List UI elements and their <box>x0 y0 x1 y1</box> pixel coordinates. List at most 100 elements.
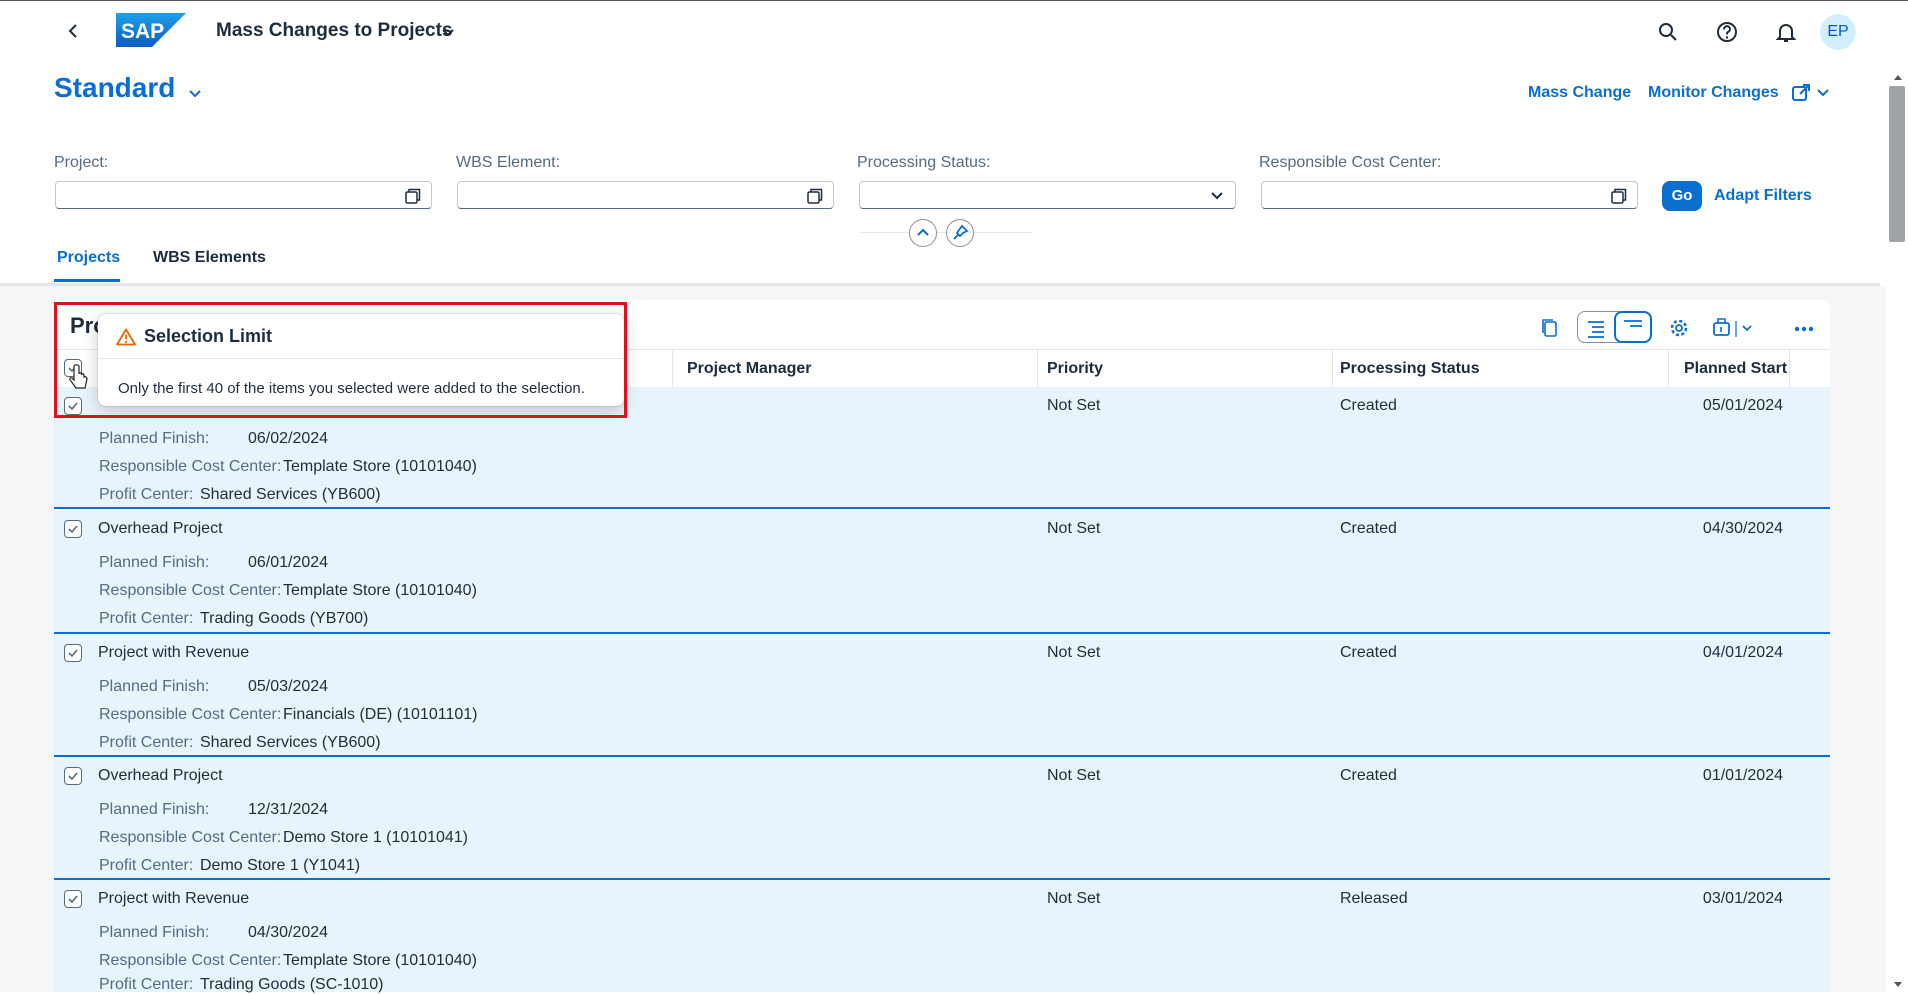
processing-status-select[interactable] <box>859 181 1236 209</box>
planned-finish-label: Planned Finish: <box>99 430 210 447</box>
profit-center-label: Profit Center: <box>99 976 194 993</box>
scrollbar-thumb[interactable] <box>1889 86 1905 242</box>
cost-center-value: Financials (DE) (10101101) <box>283 706 478 723</box>
wbs-filter-label: WBS Element: <box>456 154 561 171</box>
shell-bar: SAP Mass Changes to Projects EP <box>0 0 1908 61</box>
status-value: Released <box>1340 890 1408 907</box>
column-separator <box>1668 350 1669 388</box>
cost-center-label: Responsible Cost Center: <box>99 706 282 723</box>
table-row[interactable]: Overhead Project Not Set Created 04/30/2… <box>54 511 1830 634</box>
share-icon[interactable] <box>1792 84 1832 107</box>
monitor-changes-button[interactable]: Monitor Changes <box>1648 84 1779 102</box>
copy-icon[interactable] <box>1540 313 1560 343</box>
logo-text: SAP <box>121 20 164 43</box>
project-name[interactable]: Overhead Project <box>98 767 223 785</box>
row-checkbox[interactable] <box>64 890 82 908</box>
profit-center-label: Profit Center: <box>99 857 194 874</box>
search-icon[interactable] <box>1656 20 1680 44</box>
column-header-planned-start[interactable]: Planned Start <box>1684 360 1787 378</box>
value-help-icon[interactable] <box>807 188 823 209</box>
wbs-element-input[interactable] <box>457 181 834 209</box>
profit-center-value: Shared Services (YB600) <box>200 486 381 503</box>
go-button[interactable]: Go <box>1662 181 1702 211</box>
planned-finish-value: 04/30/2024 <box>248 924 329 941</box>
back-icon[interactable] <box>64 21 84 41</box>
profit-center-value: Demo Store 1 (Y1041) <box>200 857 361 874</box>
column-separator <box>1037 350 1038 388</box>
project-name[interactable]: Project with Revenue <box>98 644 249 662</box>
project-filter-label: Project: <box>54 154 109 171</box>
notification-bell-icon[interactable] <box>1774 20 1798 44</box>
profit-center-value: Trading Goods (SC-1010) <box>200 976 384 993</box>
cost-center-label: Responsible Cost Center: <box>99 582 282 599</box>
status-value: Created <box>1340 397 1397 414</box>
status-value: Created <box>1340 644 1397 661</box>
value-help-icon[interactable] <box>1611 188 1627 209</box>
help-icon[interactable] <box>1715 20 1739 44</box>
cost-center-value: Template Store (10101040) <box>283 582 477 599</box>
table-row[interactable]: Project with Revenue Not Set Created 04/… <box>54 634 1830 757</box>
active-tab-indicator <box>54 279 120 282</box>
priority-value: Not Set <box>1047 767 1101 784</box>
column-header-processing-status[interactable]: Processing Status <box>1340 360 1480 378</box>
planned-start-value: 05/01/2024 <box>1702 397 1783 414</box>
planned-start-value: 03/01/2024 <box>1702 890 1783 907</box>
planned-finish-value: 05/03/2024 <box>248 678 329 695</box>
column-header-project-manager[interactable]: Project Manager <box>687 360 811 378</box>
scroll-down-icon[interactable] <box>1893 976 1903 994</box>
tab-projects[interactable]: Projects <box>57 249 120 267</box>
project-name[interactable]: Overhead Project <box>98 520 223 538</box>
table-row[interactable]: Overhead Project Not Set Created 01/01/2… <box>54 757 1830 880</box>
row-checkbox[interactable] <box>64 644 82 662</box>
planned-start-value: 01/01/2024 <box>1702 767 1783 784</box>
cost-center-label: Responsible Cost Center: <box>99 952 282 969</box>
sap-logo: SAP <box>116 13 186 52</box>
condensed-rows-toggle[interactable] <box>1614 311 1652 343</box>
profit-center-label: Profit Center: <box>99 486 194 503</box>
column-separator <box>1332 350 1333 388</box>
cost-center-value: Template Store (10101040) <box>283 952 477 969</box>
variant-title[interactable]: Standard <box>54 72 175 104</box>
chevron-down-icon[interactable] <box>441 25 455 43</box>
chevron-down-icon[interactable] <box>1209 188 1225 209</box>
planned-finish-label: Planned Finish: <box>99 801 210 818</box>
gear-icon[interactable] <box>1668 313 1690 343</box>
cost-center-value: Template Store (10101040) <box>283 458 477 475</box>
priority-value: Not Set <box>1047 397 1101 414</box>
table-row[interactable]: Project with Revenue Not Set Released 03… <box>54 880 1830 993</box>
annotation-highlight <box>54 302 627 418</box>
priority-value: Not Set <box>1047 644 1101 661</box>
planned-finish-label: Planned Finish: <box>99 554 210 571</box>
row-checkbox[interactable] <box>64 767 82 785</box>
planned-finish-value: 06/01/2024 <box>248 554 329 571</box>
profit-center-value: Trading Goods (YB700) <box>200 610 369 627</box>
project-input[interactable] <box>55 181 432 209</box>
planned-finish-value: 06/02/2024 <box>248 430 329 447</box>
tab-wbs-elements[interactable]: WBS Elements <box>153 249 266 267</box>
column-separator <box>1789 350 1790 388</box>
planned-finish-label: Planned Finish: <box>99 678 210 695</box>
avatar[interactable]: EP <box>1820 14 1856 50</box>
expand-rows-icon[interactable] <box>1586 313 1606 343</box>
more-options-icon[interactable] <box>1793 313 1815 343</box>
scroll-up-icon[interactable] <box>1893 68 1903 86</box>
adapt-filters-button[interactable]: Adapt Filters <box>1714 187 1812 205</box>
planned-finish-label: Planned Finish: <box>99 924 210 941</box>
value-help-icon[interactable] <box>405 188 421 209</box>
export-icon[interactable] <box>1712 313 1762 343</box>
cost-center-input[interactable] <box>1261 181 1638 209</box>
column-header-priority[interactable]: Priority <box>1047 360 1103 378</box>
row-checkbox[interactable] <box>64 520 82 538</box>
profit-center-label: Profit Center: <box>99 610 194 627</box>
column-separator <box>672 350 673 388</box>
project-name[interactable]: Project with Revenue <box>98 890 249 908</box>
mass-change-button[interactable]: Mass Change <box>1528 84 1631 102</box>
cost-center-value: Demo Store 1 (10101041) <box>283 829 468 846</box>
profit-center-label: Profit Center: <box>99 734 194 751</box>
priority-value: Not Set <box>1047 520 1101 537</box>
planned-start-value: 04/30/2024 <box>1702 520 1783 537</box>
chevron-down-icon[interactable] <box>188 86 202 104</box>
app-title[interactable]: Mass Changes to Projects <box>216 20 453 42</box>
cost-center-label: Responsible Cost Center: <box>99 458 282 475</box>
planned-start-value: 04/01/2024 <box>1702 644 1783 661</box>
